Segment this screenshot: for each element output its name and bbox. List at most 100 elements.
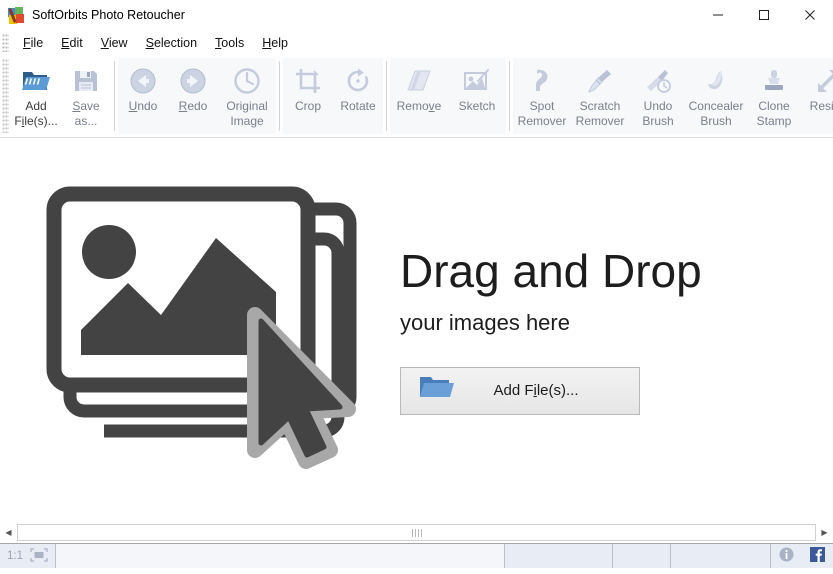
toolbar-label-rotate: Rotate (340, 99, 376, 113)
menu-drag-grip[interactable] (2, 33, 9, 52)
maximize-icon (759, 10, 769, 20)
toolbar-button-undo-brush[interactable]: Undo Brush (629, 58, 687, 134)
toolbar-group-selection: Remove Sketch (390, 58, 506, 134)
toolbar-separator-2 (279, 61, 280, 131)
status-icons-cell (771, 544, 833, 568)
toolbar-label-spot-remover-line1: Spot (529, 99, 555, 113)
menu-item-view[interactable]: View (92, 34, 137, 52)
eraser-stripe-icon (403, 64, 435, 98)
folder-icon (419, 375, 455, 406)
menu-item-tools[interactable]: Tools (206, 34, 253, 52)
toolbar-label-add-files-line1: Add (25, 99, 47, 113)
menu-item-edit[interactable]: Edit (52, 34, 92, 52)
toolbar-group-retouch: Spot Remover Scratch Remover Undo Brush … (513, 58, 833, 134)
toolbar-label-remove: Remove (396, 99, 442, 113)
toolbar-drag-grip[interactable] (2, 59, 9, 133)
toolbar-button-scratch-remover[interactable]: Scratch Remover (571, 58, 629, 134)
toolbar-label-undo: Undo (128, 99, 158, 113)
sketch-pencil-icon (462, 64, 492, 98)
toolbar-label-crop: Crop (294, 99, 321, 113)
undo-brush-icon (642, 64, 674, 98)
crop-icon (294, 64, 322, 98)
toolbar-button-save-as[interactable]: Save as... (61, 58, 111, 134)
minimize-icon (713, 14, 723, 16)
toolbar-label-save-as-line2: as... (74, 114, 98, 128)
arrow-right-circle-icon (178, 64, 208, 98)
status-panel-2 (613, 544, 671, 568)
status-message-cell (56, 544, 505, 568)
toolbar-label-save-as-line1: Save (72, 99, 100, 113)
clock-history-icon (232, 64, 262, 98)
minimize-button[interactable] (695, 0, 741, 30)
status-zoom-cell[interactable]: 1:1 (0, 544, 56, 568)
toolbar-label-scratch-remover-line1: Scratch (579, 99, 621, 113)
maximize-button[interactable] (741, 0, 787, 30)
toolbar-group-file: Add File(s)... Save as... (11, 58, 111, 134)
drop-area[interactable]: Drag and Drop your images here Add File(… (0, 138, 833, 521)
arrow-right-icon[interactable]: ▶ (816, 523, 833, 542)
drop-title: Drag and Drop (400, 244, 702, 297)
open-folder-icon (21, 64, 51, 98)
toolbar-label-original-image-line1: Original (226, 99, 268, 113)
toolbar-separator-4 (509, 61, 510, 131)
toolbar-label-resize: Resize (809, 99, 833, 113)
app-logo-icon (8, 7, 24, 24)
toolbar-group-history: Undo Redo Original Image (118, 58, 276, 134)
toolbar-button-redo[interactable]: Redo (168, 58, 218, 134)
toolbar-label-original-image-line2: Image (230, 114, 264, 128)
toolbar-label-undo-brush-line1: Undo (643, 99, 673, 113)
toolbar-label-add-files-line2: File(s)... (14, 114, 58, 128)
drop-text-block: Drag and Drop your images here Add File(… (400, 245, 833, 415)
clone-stamp-icon (760, 64, 788, 98)
menu-item-file[interactable]: File (14, 34, 52, 52)
toolbar-button-clone-stamp[interactable]: Clone Stamp (745, 58, 803, 134)
toolbar-button-add-files[interactable]: Add File(s)... (11, 58, 61, 134)
toolbar-button-rotate[interactable]: Rotate (333, 58, 383, 134)
toolbar-button-original-image[interactable]: Original Image (218, 58, 276, 134)
drag-drop-photos-cursor-icon (46, 165, 378, 495)
toolbar-button-crop[interactable]: Crop (283, 58, 333, 134)
menu-item-help[interactable]: Help (253, 34, 297, 52)
toolbar-label-concealer-brush-line1: Concealer (688, 99, 744, 113)
menu-item-selection[interactable]: Selection (137, 34, 206, 52)
arrow-left-circle-icon (128, 64, 158, 98)
floppy-disk-icon (72, 64, 100, 98)
main-toolbar: Add File(s)... Save as... Undo Redo Orig… (0, 55, 833, 138)
toolbar-button-undo[interactable]: Undo (118, 58, 168, 134)
toolbar-button-concealer-brush[interactable]: Concealer Brush (687, 58, 745, 134)
scroll-track[interactable] (17, 524, 816, 541)
horizontal-scrollbar[interactable]: ◀ ▶ (0, 521, 833, 543)
spot-remover-icon (528, 64, 556, 98)
facebook-icon[interactable] (810, 547, 825, 565)
status-bar: 1:1 (0, 543, 833, 568)
menu-bar: File Edit View Selection Tools Help (0, 30, 833, 55)
rotate-icon (344, 64, 372, 98)
toolbar-separator-1 (114, 61, 115, 131)
toolbar-label-scratch-remover-line2: Remover (575, 114, 625, 128)
toolbar-label-concealer-brush-line2: Brush (700, 114, 732, 128)
toolbar-label-redo: Redo (178, 99, 208, 113)
toolbar-button-resize[interactable]: Resize (803, 58, 833, 134)
status-panel-1 (505, 544, 613, 568)
toolbar-label-sketch: Sketch (458, 99, 496, 113)
toolbar-button-remove[interactable]: Remove (390, 58, 448, 134)
toolbar-button-spot-remover[interactable]: Spot Remover (513, 58, 571, 134)
toolbar-group-transform: Crop Rotate (283, 58, 383, 134)
arrow-left-icon[interactable]: ◀ (0, 523, 17, 542)
scroll-grip[interactable] (411, 528, 422, 537)
toolbar-separator-3 (386, 61, 387, 131)
add-files-button[interactable]: Add File(s)... (400, 366, 640, 415)
toolbar-label-spot-remover-line2: Remover (517, 114, 567, 128)
close-button[interactable] (787, 0, 833, 30)
close-icon (805, 10, 815, 20)
status-panel-3 (671, 544, 771, 568)
toolbar-label-undo-brush-line2: Brush (642, 114, 674, 128)
title-bar: SoftOrbits Photo Retoucher (0, 0, 833, 30)
fit-to-window-icon[interactable] (30, 547, 48, 565)
application-window: SoftOrbits Photo Retoucher File Edit Vie… (0, 0, 833, 574)
info-icon[interactable] (779, 547, 794, 565)
drop-subtitle: your images here (400, 309, 570, 335)
window-title: SoftOrbits Photo Retoucher (32, 8, 185, 22)
zoom-level-label: 1:1 (7, 550, 23, 562)
toolbar-button-sketch[interactable]: Sketch (448, 58, 506, 134)
